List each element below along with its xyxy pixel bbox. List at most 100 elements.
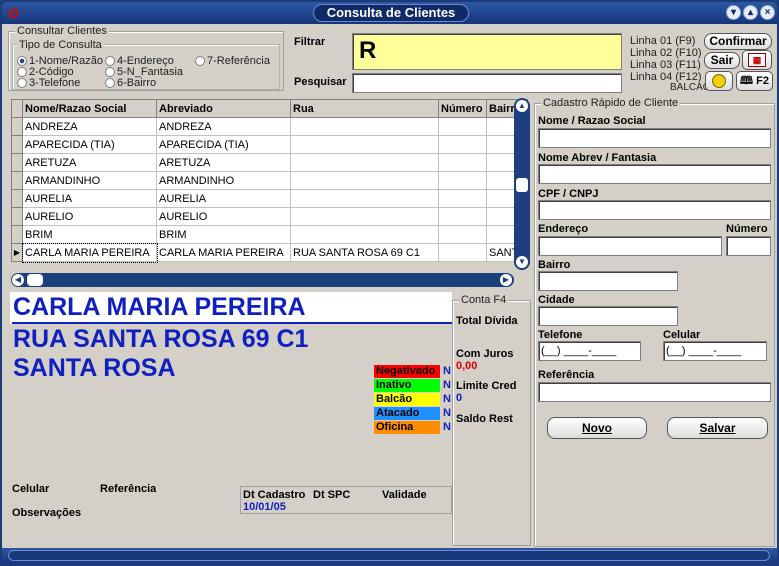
table-cell[interactable] (438, 135, 487, 154)
flag-3-label: Atacado (374, 407, 440, 420)
radio-referencia[interactable]: 7-Referência (195, 55, 270, 67)
scroll-right-icon[interactable]: ▶ (500, 274, 512, 286)
table-cell[interactable]: CARLA MARIA PEREIRA (21, 242, 158, 263)
status-bar (2, 548, 777, 564)
table-row[interactable]: ARMANDINHO ARMANDINHO (11, 171, 528, 190)
table-cell[interactable]: APARECIDA (TIA) (22, 135, 157, 154)
radio-icon (105, 78, 115, 88)
bairro-input[interactable] (538, 271, 678, 291)
scroll-up-icon[interactable]: ▲ (516, 100, 528, 112)
table-cell[interactable]: AURELIA (156, 189, 291, 208)
coin-icon (712, 74, 726, 88)
calendar-button[interactable]: ▦ (742, 50, 772, 70)
flag-4-label: Oficina (374, 421, 440, 434)
pesquisar-input[interactable] (352, 73, 622, 93)
table-row[interactable]: AURELIO AURELIO (11, 207, 528, 226)
table-cell[interactable]: CARLA MARIA PEREIRA (156, 243, 291, 262)
table-cell[interactable]: ARETUZA (22, 153, 157, 172)
com-juros-value: 0,00 (456, 360, 478, 372)
celular-input[interactable]: (__) ____-____ (663, 341, 767, 361)
table-cell[interactable] (438, 153, 487, 172)
table-row[interactable]: ANDREZA ANDREZA (11, 117, 528, 136)
table-cell[interactable] (290, 153, 439, 172)
table-cell[interactable]: ARETUZA (156, 153, 291, 172)
nome-razao-label: Nome / Razao Social (538, 115, 646, 127)
table-cell[interactable]: AURELIA (22, 189, 157, 208)
flag-0-value: N (443, 365, 451, 377)
table-cell[interactable] (290, 135, 439, 154)
cpf-cnpj-input[interactable] (538, 200, 771, 220)
numero-input[interactable] (726, 236, 771, 256)
telefone-input[interactable]: (__) ____-____ (538, 341, 641, 361)
scroll-left-icon[interactable]: ◀ (12, 274, 24, 286)
status-bar-pill (8, 550, 770, 561)
grid-vertical-scrollbar[interactable]: ▲ ▼ (514, 98, 530, 270)
cidade-label: Cidade (538, 294, 575, 306)
table-cell[interactable] (290, 225, 439, 244)
com-juros-label: Com Juros (456, 348, 514, 360)
table-cell[interactable] (438, 225, 487, 244)
table-cell[interactable] (438, 243, 487, 262)
table-cell[interactable] (290, 171, 439, 190)
col-nome-header[interactable]: Nome/Razao Social (22, 99, 157, 118)
sair-button[interactable]: Sair (704, 52, 740, 69)
radio-telefone[interactable]: 3-Telefone (17, 77, 80, 89)
hscroll-thumb[interactable] (27, 274, 43, 286)
col-abreviado-header[interactable]: Abreviado (156, 99, 291, 118)
filtrar-input[interactable]: R (352, 33, 622, 70)
table-cell[interactable]: RUA SANTA ROSA 69 C1 (290, 243, 439, 262)
table-cell[interactable]: BRIM (156, 225, 291, 244)
row-indicator (11, 153, 23, 172)
salvar-button[interactable]: Salvar (667, 417, 768, 439)
table-cell[interactable]: AURELIO (22, 207, 157, 226)
grid-horizontal-scrollbar[interactable]: ◀ ▶ (11, 273, 514, 287)
table-cell[interactable] (290, 207, 439, 226)
fantasia-input[interactable] (538, 164, 771, 184)
maximize-icon[interactable]: ▴ (743, 5, 758, 20)
row-indicator (11, 171, 23, 190)
flag-0-label: Negativado (374, 365, 440, 378)
table-cell[interactable] (438, 171, 487, 190)
table-row[interactable]: ▶ CARLA MARIA PEREIRA CARLA MARIA PEREIRA R… (11, 242, 528, 263)
scroll-thumb[interactable] (516, 178, 528, 192)
endereco-input[interactable] (538, 236, 722, 256)
col-numero-header[interactable]: Número (438, 99, 487, 118)
conta-f4-group: Conta F4 Total Dívida Com Juros 0,00 Lim… (452, 294, 531, 546)
f2-button[interactable]: 🕮 F2 (736, 71, 773, 91)
radio-bairro[interactable]: 6-Bairro (105, 77, 156, 89)
row-indicator (11, 117, 23, 136)
close-icon[interactable]: × (760, 5, 775, 20)
table-cell[interactable] (438, 189, 487, 208)
table-cell[interactable]: ARMANDINHO (156, 171, 291, 190)
nome-razao-input[interactable] (538, 128, 771, 148)
fantasia-label: Nome Abrev / Fantasia (538, 152, 657, 164)
cidade-input[interactable] (538, 306, 678, 326)
table-cell[interactable]: ARMANDINHO (22, 171, 157, 190)
table-row[interactable]: BRIM BRIM (11, 225, 528, 244)
table-row[interactable]: AURELIA AURELIA (11, 189, 528, 208)
table-row[interactable]: ARETUZA ARETUZA (11, 153, 528, 172)
novo-button[interactable]: Novo (547, 417, 647, 439)
referencia-input[interactable] (538, 382, 771, 402)
limite-cred-label: Limite Cred (456, 380, 517, 392)
flag-2-label: Balcão (374, 393, 440, 406)
detail-bairro: SANTA ROSA (13, 354, 176, 382)
col-rua-header[interactable]: Rua (290, 99, 439, 118)
confirmar-button[interactable]: Confirmar (704, 33, 772, 50)
balcao-button[interactable] (705, 71, 733, 91)
limite-cred-value: 0 (456, 392, 463, 404)
table-cell[interactable]: AURELIO (156, 207, 291, 226)
table-cell[interactable] (290, 189, 439, 208)
table-cell[interactable]: ANDREZA (22, 117, 157, 136)
table-cell[interactable] (438, 117, 487, 136)
table-cell[interactable]: ANDREZA (156, 117, 291, 136)
scroll-down-icon[interactable]: ▼ (516, 256, 528, 268)
table-cell[interactable]: BRIM (22, 225, 157, 244)
table-cell[interactable] (290, 117, 439, 136)
detail-underline (12, 322, 452, 324)
telefone-label: Telefone (538, 329, 583, 341)
table-row[interactable]: APARECIDA (TIA) APARECIDA (TIA) (11, 135, 528, 154)
minimize-icon[interactable]: ▾ (726, 5, 741, 20)
table-cell[interactable] (438, 207, 487, 226)
table-cell[interactable]: APARECIDA (TIA) (156, 135, 291, 154)
